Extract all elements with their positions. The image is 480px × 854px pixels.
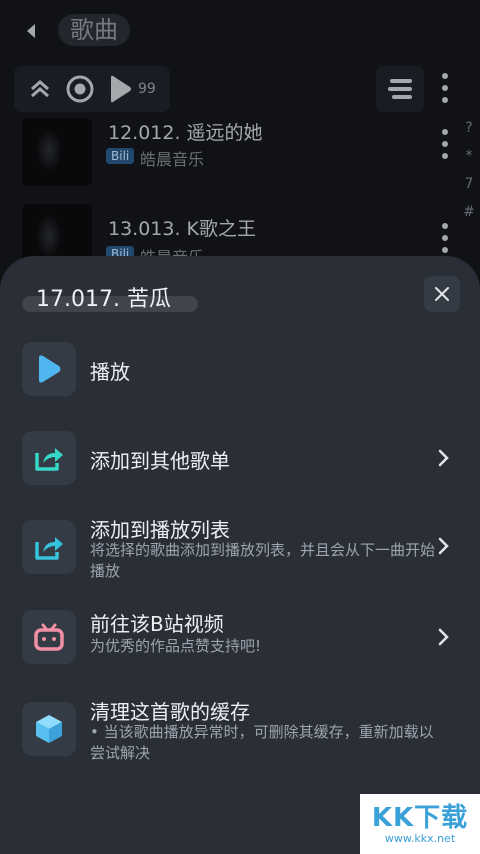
action-label: 播放 — [90, 360, 130, 384]
cube-icon — [36, 715, 62, 743]
sheet-title: 17.017. 苦瓜 — [36, 287, 171, 312]
action-description: 为优秀的作品点赞支持吧! — [90, 637, 262, 655]
chevron-right-icon — [438, 628, 449, 646]
song-actions-sheet: 17.017. 苦瓜 播放 添加到其他歌单 添加到播放列表 将选择的歌曲添加到播… — [0, 256, 480, 854]
share-icon — [35, 448, 63, 471]
action-label: 清理这首歌的缓存 — [90, 700, 250, 724]
action-label: 添加到播放列表 — [90, 518, 230, 542]
site-watermark: KK下载 www.kkx.net — [360, 794, 480, 854]
action-description: • 当该歌曲播放异常时，可删除其缓存，重新加载以尝试解决 — [90, 723, 434, 762]
chevron-right-icon — [438, 449, 449, 467]
action-icon-box — [22, 431, 76, 485]
play-icon — [39, 355, 61, 383]
action-icon-box — [22, 520, 76, 574]
action-open-bilibili[interactable]: 前往该B站视频 为优秀的作品点赞支持吧! — [0, 610, 480, 666]
watermark-url: www.kkx.net — [384, 832, 456, 845]
watermark-logo: KK下载 — [371, 803, 469, 833]
action-icon-box — [22, 702, 76, 756]
action-label: 添加到其他歌单 — [90, 449, 230, 473]
action-icon-box — [22, 342, 76, 396]
action-play[interactable]: 播放 — [0, 342, 480, 396]
action-add-to-playlist[interactable]: 添加到其他歌单 — [0, 431, 480, 485]
bilibili-tv-icon — [34, 623, 64, 651]
share-icon — [35, 537, 63, 560]
action-label: 前往该B站视频 — [90, 612, 224, 636]
action-add-to-queue[interactable]: 添加到播放列表 将选择的歌曲添加到播放列表，并且会从下一曲开始播放 — [0, 518, 480, 580]
action-clear-cache[interactable]: 清理这首歌的缓存 • 当该歌曲播放异常时，可删除其缓存，重新加载以尝试解决 — [0, 700, 480, 770]
action-description: 将选择的歌曲添加到播放列表，并且会从下一曲开始播放 — [90, 541, 436, 580]
close-button[interactable] — [424, 276, 460, 312]
action-icon-box — [22, 610, 76, 664]
close-icon — [435, 287, 449, 301]
chevron-right-icon — [438, 537, 449, 555]
